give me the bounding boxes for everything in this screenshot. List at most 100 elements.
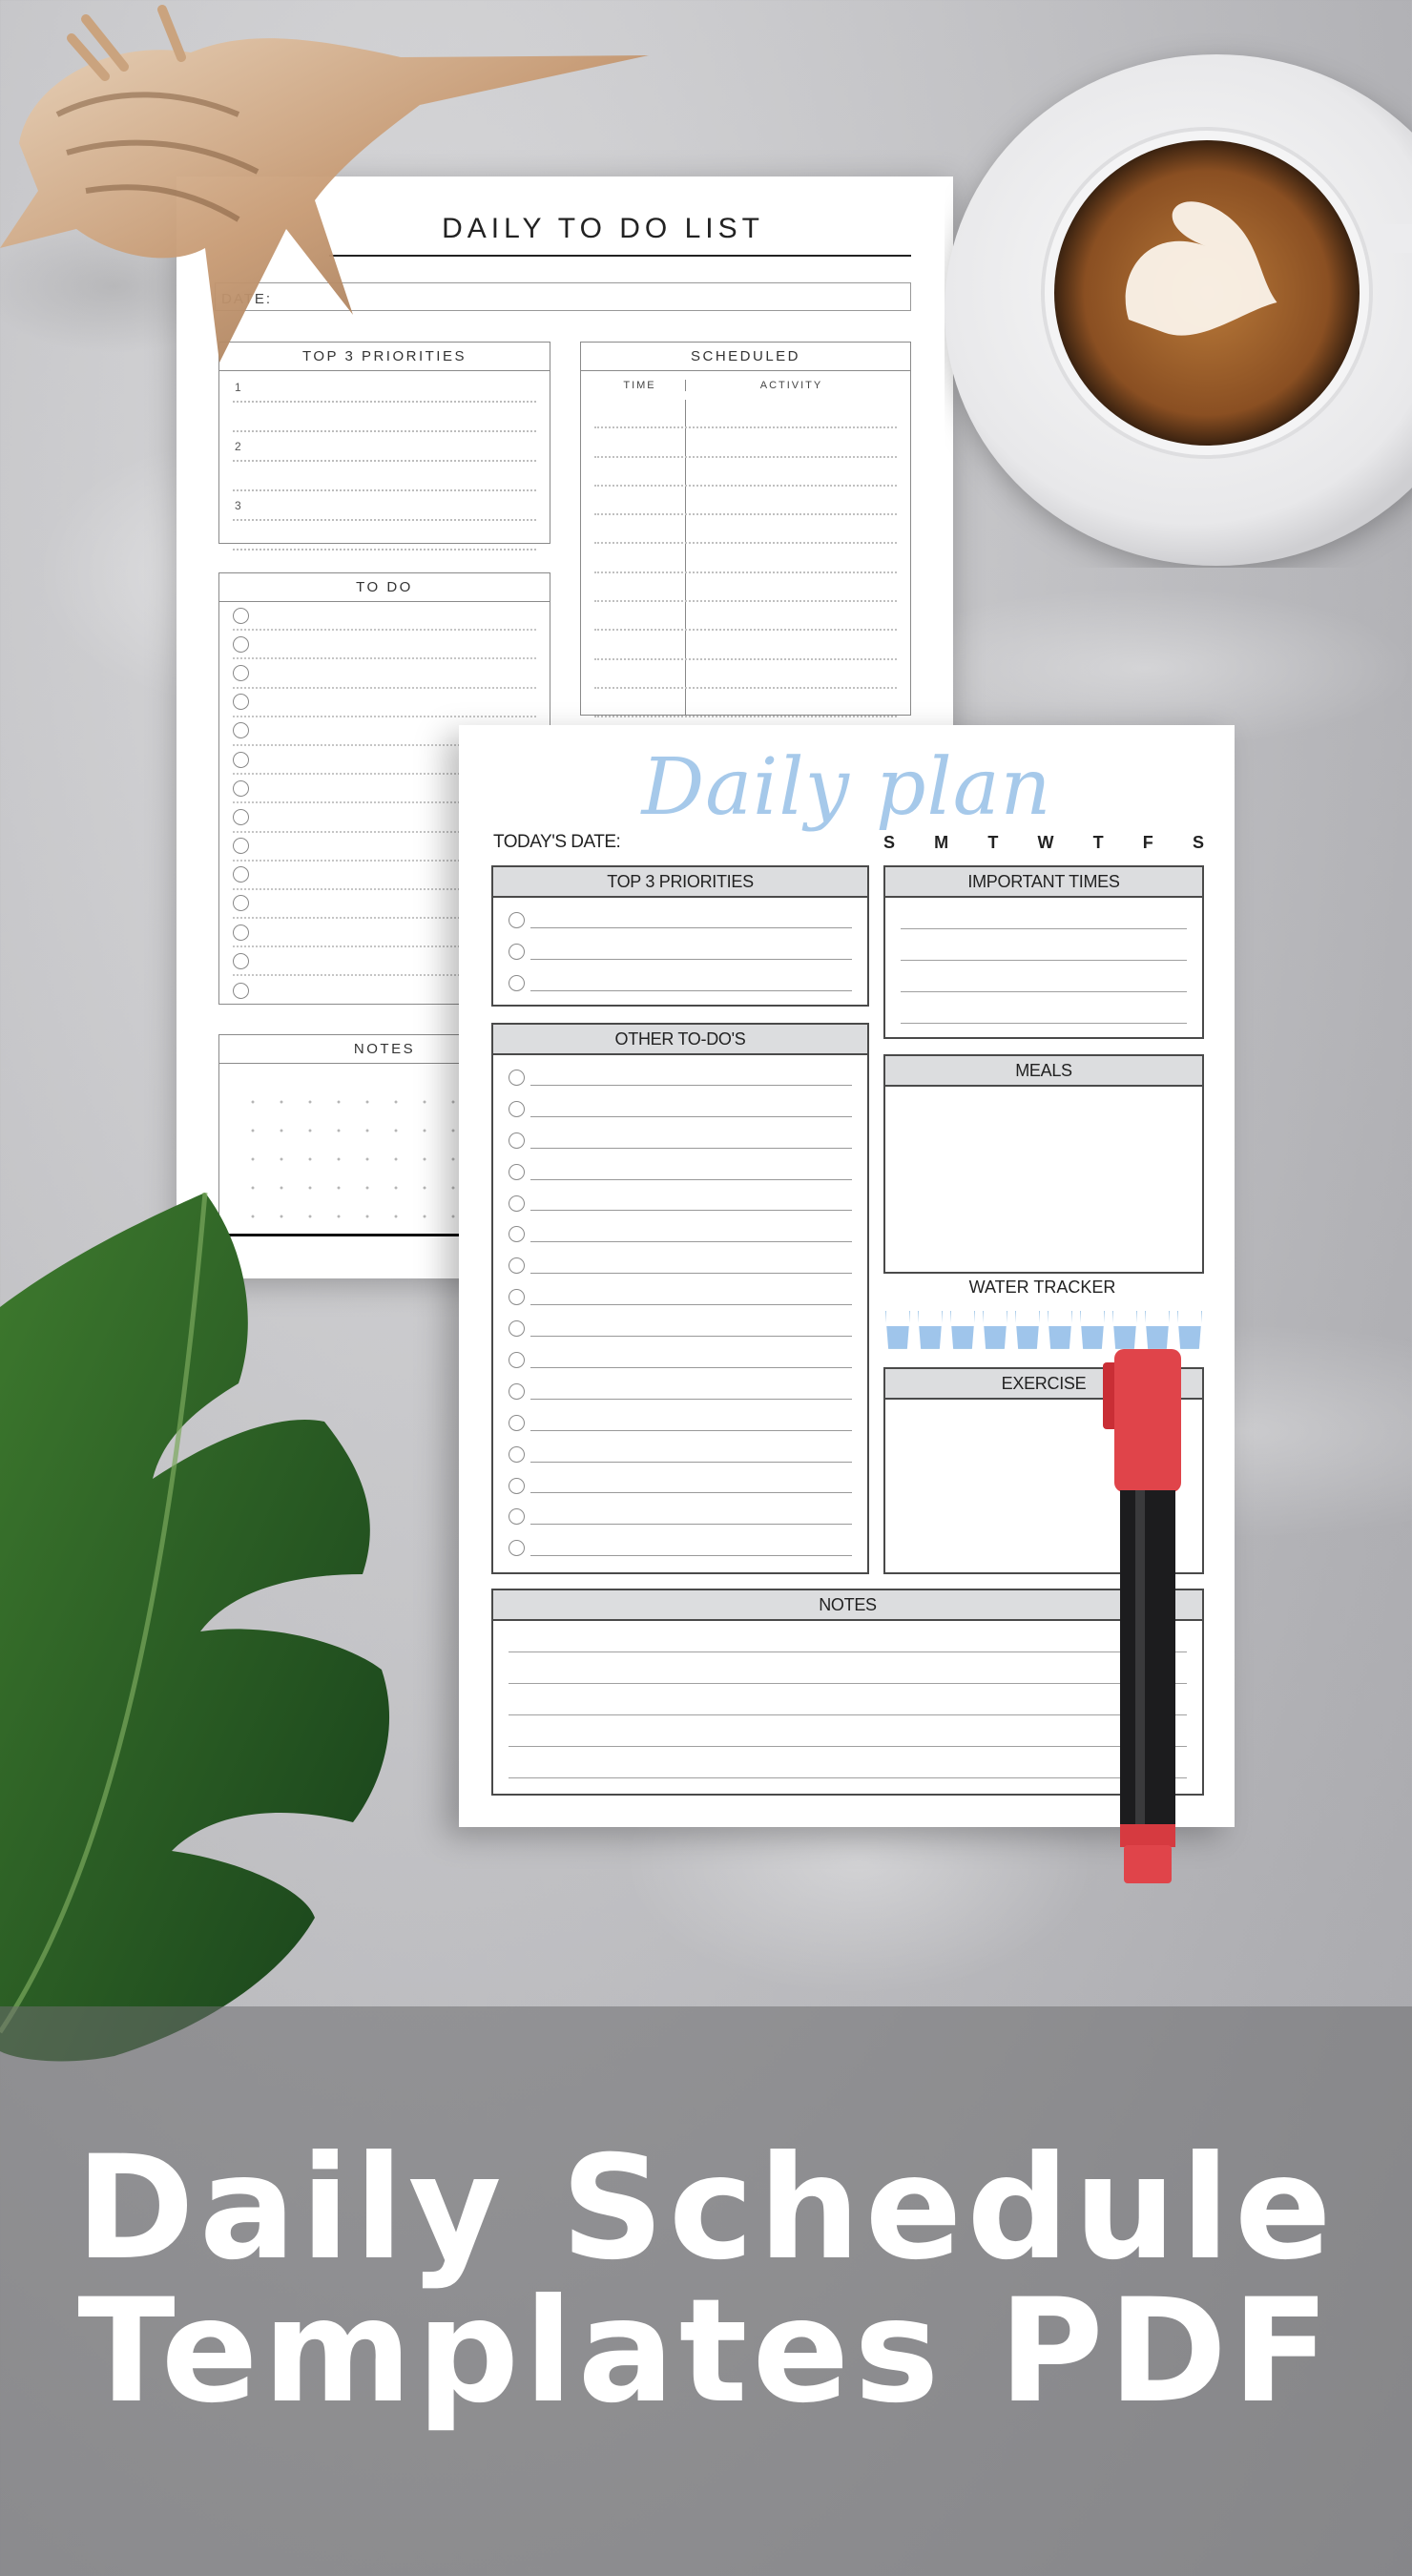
water-glass-icon[interactable] [1177,1311,1202,1349]
todo-item[interactable] [493,1470,867,1502]
schedule-row[interactable] [594,659,897,689]
weekday-2[interactable]: T [987,833,998,853]
water-glass-icon[interactable] [983,1311,1007,1349]
meals-header[interactable]: MEALS [885,1056,1202,1087]
time-cell[interactable] [594,428,686,456]
priority-line[interactable] [233,462,536,491]
time-line[interactable] [901,961,1187,992]
notes-line[interactable] [509,1747,1187,1778]
weekday-5[interactable]: F [1143,833,1153,853]
checkbox-circle-icon[interactable] [509,1351,525,1368]
checkbox-circle-icon[interactable] [233,838,249,855]
schedule-row[interactable] [594,457,897,487]
schedule-row[interactable] [594,515,897,545]
checkbox-circle-icon[interactable] [233,694,249,711]
checkbox-circle-icon[interactable] [509,1195,525,1212]
checkbox-circle-icon[interactable] [233,952,249,969]
checkbox-circle-icon[interactable] [233,983,249,1000]
checkbox-circle-icon[interactable] [509,911,525,928]
checkbox-circle-icon[interactable] [509,1445,525,1463]
todo-item[interactable] [493,1188,867,1219]
todo-item[interactable] [493,1501,867,1532]
checkbox-circle-icon[interactable] [509,1257,525,1275]
todo-item[interactable] [493,1156,867,1188]
todo-item[interactable] [233,602,536,632]
todo-item[interactable] [233,631,536,660]
checkbox-circle-icon[interactable] [233,751,249,768]
checkbox-circle-icon[interactable] [233,635,249,653]
checkbox-circle-icon[interactable] [233,664,249,681]
todo-item[interactable] [493,1439,867,1470]
checkbox-circle-icon[interactable] [509,1414,525,1431]
todo-item[interactable] [493,1532,867,1564]
water-glass-icon[interactable] [918,1311,943,1349]
priority-item[interactable] [493,936,867,967]
weekday-1[interactable]: M [934,833,948,853]
checkbox-circle-icon[interactable] [509,1540,525,1557]
todo-item[interactable] [493,1376,867,1407]
water-glass-icon[interactable] [885,1311,910,1349]
checkbox-circle-icon[interactable] [509,1163,525,1180]
checkbox-circle-icon[interactable] [509,1289,525,1306]
checkbox-circle-icon[interactable] [233,895,249,912]
time-cell[interactable] [594,457,686,485]
todo-item[interactable] [493,1344,867,1376]
time-line[interactable] [901,929,1187,961]
time-cell[interactable] [594,400,686,427]
schedule-row[interactable] [594,572,897,603]
todo-item[interactable] [493,1281,867,1313]
weekday-6[interactable]: S [1193,833,1204,853]
notes-line[interactable] [509,1684,1187,1715]
todo-item[interactable] [493,1093,867,1125]
water-glass-icon[interactable] [1048,1311,1072,1349]
checkbox-circle-icon[interactable] [509,1132,525,1149]
todo-item[interactable] [493,1250,867,1281]
schedule-row[interactable] [594,544,897,573]
checkbox-circle-icon[interactable] [509,1382,525,1400]
checkbox-circle-icon[interactable] [233,866,249,883]
notes-line[interactable] [509,1621,1187,1652]
notes-line[interactable] [509,1715,1187,1747]
checkbox-circle-icon[interactable] [233,808,249,825]
todo-item[interactable] [493,1062,867,1093]
time-cell[interactable] [594,544,686,571]
weekday-0[interactable]: S [883,833,895,853]
schedule-row[interactable] [594,428,897,458]
schedule-row[interactable] [594,400,897,429]
priority-line[interactable]: 3 [233,491,536,521]
water-glass-icon[interactable] [1015,1311,1040,1349]
schedule-row[interactable] [594,486,897,516]
priority-line[interactable]: 2 [233,432,536,462]
checkbox-circle-icon[interactable] [233,779,249,797]
priority-item[interactable] [493,904,867,936]
time-cell[interactable] [594,659,686,687]
priority-line[interactable] [233,403,536,432]
checkbox-circle-icon[interactable] [233,722,249,739]
water-glass-icon[interactable] [1112,1311,1137,1349]
priority-item[interactable] [493,967,867,999]
todo-item[interactable] [493,1218,867,1250]
checkbox-circle-icon[interactable] [233,607,249,624]
schedule-row[interactable] [594,631,897,660]
time-cell[interactable] [594,631,686,658]
todays-date-label[interactable]: TODAY'S DATE: [493,832,621,853]
water-glass-icon[interactable] [950,1311,975,1349]
time-cell[interactable] [594,688,686,717]
todo-item[interactable] [493,1313,867,1344]
time-cell[interactable] [594,486,686,514]
checkbox-circle-icon[interactable] [509,1508,525,1526]
time-cell[interactable] [594,515,686,543]
checkbox-circle-icon[interactable] [509,943,525,960]
checkbox-circle-icon[interactable] [509,1477,525,1494]
checkbox-circle-icon[interactable] [233,924,249,941]
time-cell[interactable] [594,602,686,630]
water-glass-icon[interactable] [1145,1311,1170,1349]
todo-item[interactable] [233,689,536,717]
water-glass-icon[interactable] [1080,1311,1105,1349]
checkbox-circle-icon[interactable] [509,974,525,991]
checkbox-circle-icon[interactable] [509,1226,525,1243]
todo-item[interactable] [493,1407,867,1439]
schedule-row[interactable] [594,602,897,632]
notes-line[interactable] [509,1652,1187,1684]
weekday-3[interactable]: W [1037,833,1053,853]
